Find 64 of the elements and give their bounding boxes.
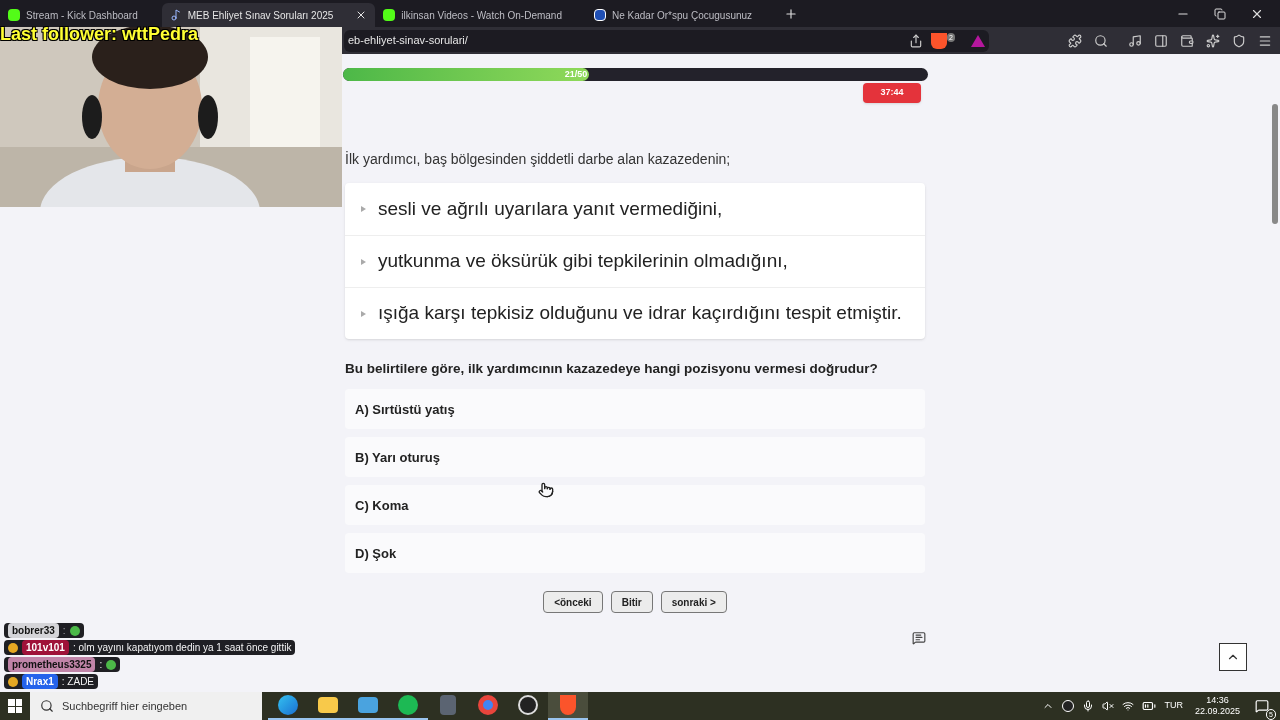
tab-title: Stream - Kick Dashboard bbox=[26, 8, 139, 23]
browser-tab[interactable]: MEB Ehliyet Sınav Soruları 2025 bbox=[161, 3, 376, 27]
sparkle-icon[interactable] bbox=[1206, 33, 1220, 48]
nav-button[interactable]: Bitir bbox=[610, 591, 653, 614]
answer-option[interactable]: B) Yarı oturuş bbox=[345, 437, 925, 478]
tab-title: MEB Ehliyet Sınav Soruları 2025 bbox=[187, 8, 335, 23]
bullet-icon bbox=[361, 258, 366, 265]
new-tab-icon[interactable] bbox=[784, 6, 799, 21]
chat-message: : bbox=[99, 658, 103, 672]
wallet-icon[interactable] bbox=[1180, 33, 1194, 48]
search-icon bbox=[40, 699, 54, 713]
extensions-icon[interactable] bbox=[1068, 33, 1082, 48]
clock[interactable]: 14:36 22.09.2025 bbox=[1194, 695, 1240, 717]
sidebar-icon[interactable] bbox=[1154, 33, 1168, 48]
chat-message: : ZADE bbox=[61, 675, 95, 689]
statement-text: ışığa karşı tepkisiz olduğunu ve idrar kaçırdığını tespit etmiştir. bbox=[378, 301, 902, 326]
chat-username: bobrer33 bbox=[8, 623, 59, 638]
feedback-icon[interactable] bbox=[912, 631, 926, 646]
scroll-top-button[interactable] bbox=[1219, 643, 1247, 671]
bullet-icon bbox=[361, 206, 366, 212]
page-icon bbox=[594, 9, 606, 21]
progress-label: 21/50 bbox=[564, 68, 588, 81]
pointer-icon bbox=[538, 482, 554, 498]
taskbar-search-field[interactable]: Suchbegriff hier eingeben bbox=[30, 692, 262, 720]
language-indicator[interactable]: TUR bbox=[1164, 699, 1183, 713]
chat-message: : bbox=[62, 624, 66, 638]
restore-icon[interactable] bbox=[1214, 7, 1226, 20]
network-icon[interactable] bbox=[1122, 700, 1135, 712]
search-icon[interactable] bbox=[1094, 33, 1108, 48]
share-icon[interactable] bbox=[909, 33, 924, 48]
chat-username: 101v101 bbox=[22, 640, 69, 655]
browser-tab[interactable]: Ne Kadar Or*spu Çocugusunuz bbox=[586, 3, 777, 27]
nav-button[interactable]: sonraki > bbox=[660, 591, 727, 614]
music-icon[interactable] bbox=[1128, 33, 1142, 48]
rewards-icon[interactable] bbox=[971, 34, 985, 47]
tab-title: ilkinsan Videos - Watch On-Demand bbox=[401, 8, 563, 23]
microphone-icon[interactable] bbox=[1082, 700, 1095, 712]
answer-option[interactable]: D) Şok bbox=[345, 533, 925, 574]
bullet-icon bbox=[361, 310, 366, 317]
note-icon bbox=[169, 9, 182, 21]
shield-icon[interactable] bbox=[1232, 33, 1246, 48]
battery-icon[interactable] bbox=[1142, 699, 1157, 713]
question-text: Bu belirtilere göre, ilk yardımcının kazazedeye hangi pozisyonu vermesi doğrudur? bbox=[345, 360, 879, 378]
notification-icon bbox=[1255, 699, 1269, 713]
chat-username: prometheus3325 bbox=[8, 657, 96, 672]
statement-text: yutkunma ve öksürük gibi tepkilerinin olmadığını, bbox=[378, 249, 788, 274]
answer-option[interactable]: C) Koma bbox=[345, 485, 925, 526]
answer-option[interactable]: A) Sırtüstü yatış bbox=[345, 389, 925, 430]
statement-text: sesli ve ağrılı uyarılara yanıt vermediğini, bbox=[378, 196, 723, 221]
clock-date: 22.09.2025 bbox=[1194, 706, 1240, 717]
search-placeholder: Suchbegriff hier eingeben bbox=[62, 698, 188, 714]
chat-username: Nrax1 bbox=[22, 674, 58, 689]
start-icon[interactable] bbox=[8, 699, 22, 713]
tab-title: Ne Kadar Or*spu Çocugusunuz bbox=[612, 8, 754, 23]
clock-time: 14:36 bbox=[1206, 695, 1229, 706]
scrollbar-thumb[interactable] bbox=[1272, 104, 1278, 224]
menu-icon[interactable] bbox=[1258, 33, 1272, 48]
question-intro: İlk yardımcı, baş bölgesinden şiddetli darbe alan kazazedenin; bbox=[345, 150, 732, 169]
nav-button[interactable]: <önceki bbox=[543, 591, 603, 614]
browser-tab[interactable]: ilkinsan Videos - Watch On-Demand bbox=[375, 3, 586, 27]
url-text: eb-ehliyet-sinav-sorulari/ bbox=[348, 33, 469, 49]
chat-message: : olm yayını kapatıyom dedin ya 1 saat önce gittik bbox=[72, 641, 292, 655]
timer-badge: 37:44 bbox=[863, 83, 921, 103]
muted-speaker-icon[interactable] bbox=[1102, 700, 1115, 712]
